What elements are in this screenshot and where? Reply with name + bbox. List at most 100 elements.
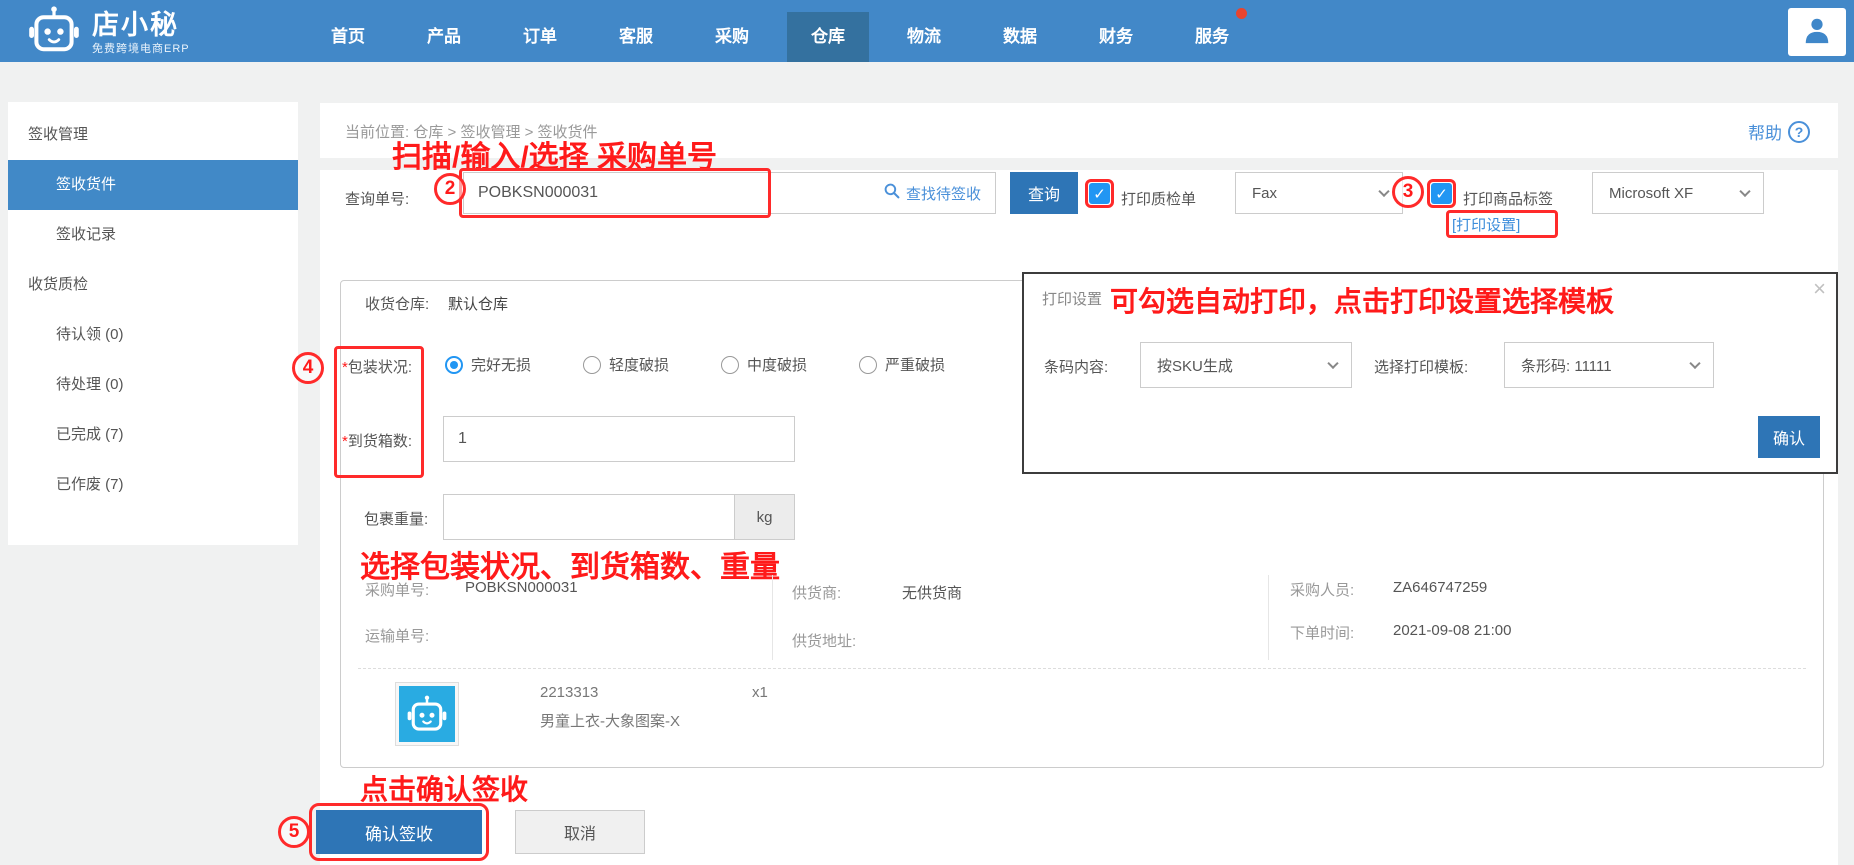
robot-logo-icon [28, 6, 80, 59]
user-icon [1802, 15, 1832, 50]
menu-item-finance[interactable]: 财务 [1075, 12, 1157, 62]
goods-printer-value: Microsoft XF [1609, 185, 1693, 202]
radio-dot-icon [445, 356, 463, 374]
find-pending-label: 查找待签收 [906, 183, 981, 204]
user-account-button[interactable] [1788, 8, 1846, 56]
annotation-step-2: 2 [434, 173, 466, 205]
annotation-click-confirm: 点击确认签收 [360, 768, 528, 808]
po-search-field: 查找待签收 [463, 172, 996, 214]
top-nav: 店小秘 免费跨境电商ERP 首页 产品 订单 客服 采购 仓库 物流 数据 财务… [0, 0, 1854, 62]
product-image [395, 682, 459, 746]
qc-printer-select[interactable]: Fax [1235, 172, 1403, 214]
radio-medium-damage[interactable]: 中度破损 [721, 354, 807, 375]
menu-item-orders[interactable]: 订单 [499, 12, 581, 62]
cancel-button[interactable]: 取消 [515, 810, 645, 854]
print-goods-label: 打印商品标签 [1463, 188, 1553, 209]
print-settings-link[interactable]: [打印设置] [1452, 214, 1520, 235]
annotation-box-qc-checkbox: ✓ [1085, 179, 1114, 208]
confirm-sign-button[interactable]: 确认签收 [316, 810, 482, 854]
notification-dot [1236, 8, 1247, 19]
sidebar-item-sign-shipment[interactable]: 签收货件 [8, 160, 298, 210]
warehouse-value: 默认仓库 [448, 293, 508, 314]
annotation-box-goods-checkbox: ✓ [1427, 179, 1456, 208]
sidebar-item-to-claim[interactable]: 待认领 (0) [8, 310, 298, 360]
po-label: 采购单号: [365, 579, 429, 600]
barcode-content-value: 按SKU生成 [1157, 355, 1233, 376]
help-label: 帮助 [1748, 119, 1782, 144]
weight-unit-addon: kg [735, 494, 795, 540]
menu-item-data[interactable]: 数据 [979, 12, 1061, 62]
order-time-label: 下单时间: [1290, 622, 1354, 643]
popup-title: 打印设置 [1042, 288, 1102, 309]
sidebar: 签收管理 签收货件 签收记录 收货质检 待认领 (0) 待处理 (0) 已完成 … [8, 102, 298, 545]
radio-light-damage[interactable]: 轻度破损 [583, 354, 669, 375]
goods-printer-select[interactable]: Microsoft XF [1592, 172, 1764, 214]
menu-item-services[interactable]: 服务 [1171, 12, 1253, 62]
close-icon[interactable]: × [1813, 276, 1826, 302]
menu-item-warehouse[interactable]: 仓库 [787, 12, 869, 62]
help-question-icon: ? [1788, 121, 1810, 143]
weight-input[interactable] [443, 494, 735, 540]
query-number-label: 查询单号: [345, 188, 409, 209]
print-goods-label-checkbox[interactable]: ✓ [1431, 183, 1452, 204]
radio-severe-damage[interactable]: 严重破损 [859, 354, 945, 375]
boxes-label: *到货箱数: [342, 430, 412, 451]
buyer-value: ZA646747259 [1393, 579, 1487, 596]
sidebar-group-receiving-qc[interactable]: 收货质检 [8, 260, 298, 310]
sidebar-item-sign-records[interactable]: 签收记录 [8, 210, 298, 260]
robot-placeholder-icon [399, 686, 455, 742]
product-qty: x1 [752, 684, 768, 701]
sidebar-item-to-process[interactable]: 待处理 (0) [8, 360, 298, 410]
po-value: POBKSN000031 [465, 579, 578, 596]
annotation-scan-po: 扫描/输入/选择 采购单号 [392, 132, 717, 176]
print-template-value: 条形码: 11111 [1521, 355, 1612, 376]
app-logo[interactable]: 店小秘 免费跨境电商ERP [28, 6, 190, 59]
buyer-label: 采购人员: [1290, 579, 1354, 600]
menu-item-services-label: 服务 [1195, 27, 1229, 46]
print-template-label: 选择打印模板: [1374, 356, 1468, 377]
print-template-select[interactable]: 条形码: 11111 [1504, 342, 1714, 388]
menu-item-products[interactable]: 产品 [403, 12, 485, 62]
weight-label: 包裹重量: [364, 508, 428, 529]
packing-status-label: *包装状况: [342, 356, 412, 377]
transport-label: 运输单号: [365, 625, 429, 646]
dotted-divider [358, 668, 1806, 669]
column-divider [772, 575, 773, 660]
menu-item-service[interactable]: 客服 [595, 12, 677, 62]
page: 店小秘 免费跨境电商ERP 首页 产品 订单 客服 采购 仓库 物流 数据 财务… [0, 0, 1854, 865]
search-icon [884, 183, 900, 203]
boxes-count-input[interactable] [443, 416, 795, 462]
app-subtitle: 免费跨境电商ERP [92, 40, 190, 56]
warehouse-label: 收货仓库: [365, 293, 429, 314]
print-settings-popup: 打印设置 × 可勾选自动打印，点击打印设置选择模板 条码内容: 按SKU生成 选… [1022, 272, 1838, 474]
main-menu: 首页 产品 订单 客服 采购 仓库 物流 数据 财务 服务 [300, 12, 1260, 62]
print-qc-checkbox[interactable]: ✓ [1089, 183, 1110, 204]
po-number-input[interactable] [464, 184, 884, 202]
chevron-down-icon [1689, 358, 1700, 369]
product-name: 男童上衣-大象图案-X [540, 710, 680, 731]
sidebar-group-sign-management[interactable]: 签收管理 [8, 110, 298, 160]
annotation-step-3: 3 [1392, 176, 1424, 208]
chevron-down-icon [1378, 186, 1389, 197]
menu-item-purchase[interactable]: 采购 [691, 12, 773, 62]
menu-item-logistics[interactable]: 物流 [883, 12, 965, 62]
barcode-content-select[interactable]: 按SKU生成 [1140, 342, 1352, 388]
annotation-step-5: 5 [278, 816, 310, 848]
packing-status-radio-group: 完好无损 轻度破损 中度破损 严重破损 [445, 354, 945, 375]
annotation-auto-print: 可勾选自动打印，点击打印设置选择模板 [1110, 280, 1614, 320]
query-button[interactable]: 查询 [1010, 172, 1078, 214]
help-link[interactable]: 帮助 ? [1748, 119, 1810, 144]
print-qc-label: 打印质检单 [1121, 188, 1196, 209]
chevron-down-icon [1739, 186, 1750, 197]
find-pending-link[interactable]: 查找待签收 [884, 183, 995, 204]
sidebar-item-voided[interactable]: 已作废 (7) [8, 460, 298, 510]
sidebar-item-completed[interactable]: 已完成 (7) [8, 410, 298, 460]
menu-item-home[interactable]: 首页 [307, 12, 389, 62]
popup-confirm-button[interactable]: 确认 [1758, 416, 1820, 458]
radio-dot-icon [859, 356, 877, 374]
barcode-content-label: 条码内容: [1044, 356, 1108, 377]
chevron-down-icon [1327, 358, 1338, 369]
radio-dot-icon [583, 356, 601, 374]
radio-intact[interactable]: 完好无损 [445, 354, 531, 375]
app-title: 店小秘 [92, 10, 190, 40]
